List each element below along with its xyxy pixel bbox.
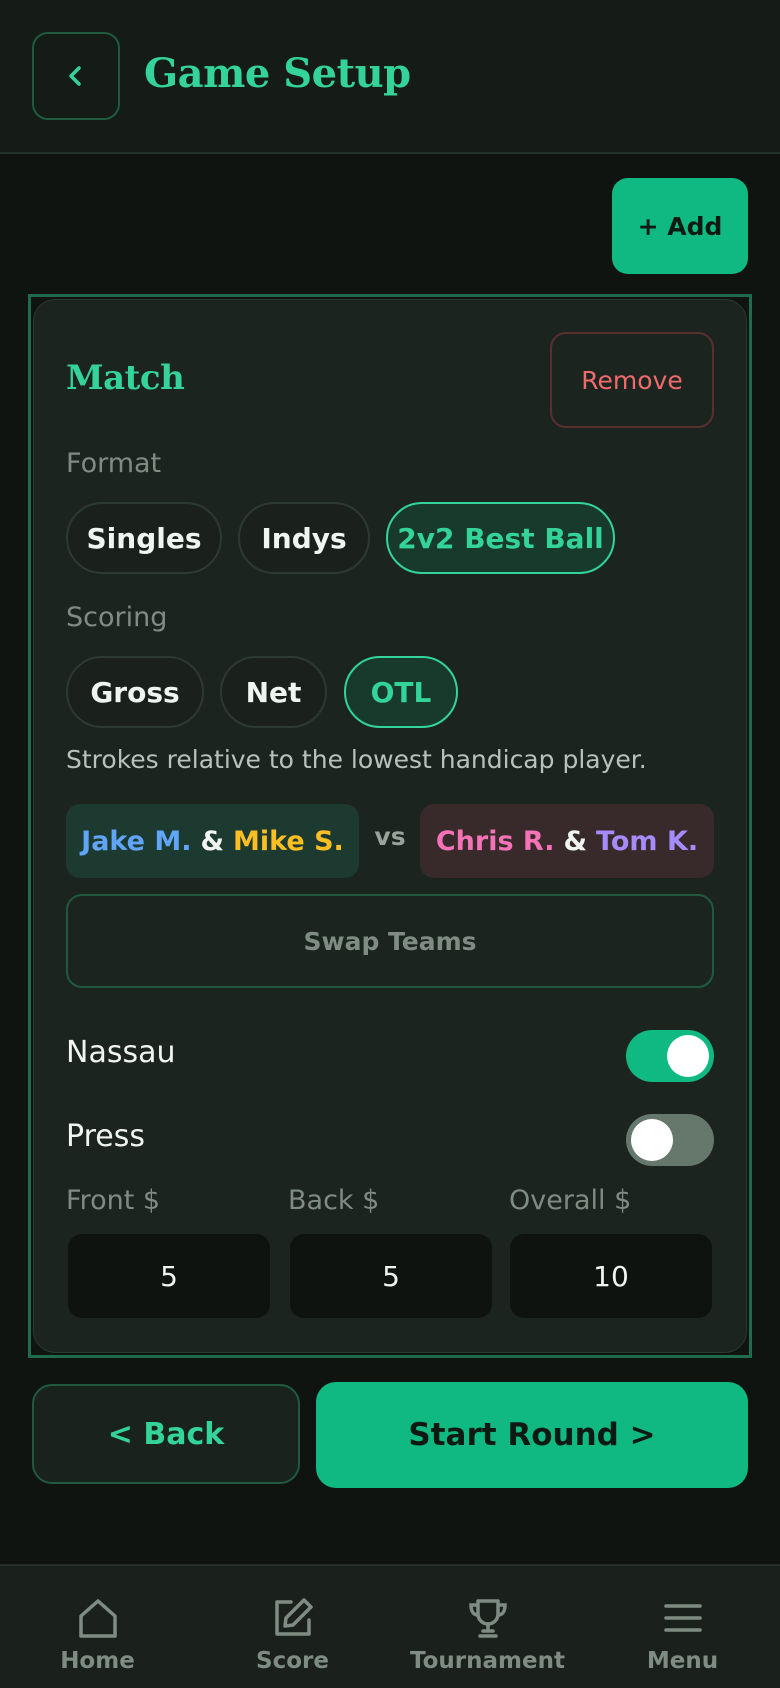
team-b-player-2: Tom K. bbox=[596, 825, 699, 857]
team-a-player-1: Jake M. bbox=[81, 825, 192, 857]
format-label: Format bbox=[66, 448, 162, 479]
team-a-player-2: Mike S. bbox=[233, 825, 344, 857]
chevron-left-icon bbox=[69, 66, 81, 86]
versus-label: vs bbox=[374, 822, 406, 851]
tab-home[interactable]: Home bbox=[0, 1566, 195, 1688]
back-bet-label: Back $ bbox=[288, 1185, 380, 1216]
team-a: Jake M. & Mike S. bbox=[66, 804, 359, 878]
toggle-knob bbox=[667, 1035, 709, 1077]
team-b-player-1: Chris R. bbox=[435, 825, 555, 857]
remove-button[interactable]: Remove bbox=[550, 332, 714, 428]
start-round-button[interactable]: Start Round > bbox=[316, 1382, 748, 1488]
scoring-label: Scoring bbox=[66, 602, 168, 633]
scoring-option-otl[interactable]: OTL bbox=[344, 656, 458, 728]
app-header: Game Setup bbox=[0, 0, 780, 154]
card-title: Match bbox=[66, 358, 185, 398]
home-icon bbox=[78, 1599, 117, 1638]
bottom-tab-bar: Home Score Tournament Menu bbox=[0, 1564, 780, 1688]
tab-tournament-label: Tournament bbox=[410, 1648, 565, 1674]
header-back-button[interactable] bbox=[32, 32, 120, 120]
scoring-option-gross[interactable]: Gross bbox=[66, 656, 204, 728]
back-button[interactable]: < Back bbox=[32, 1384, 300, 1484]
back-bet-input[interactable] bbox=[290, 1234, 492, 1318]
scoring-option-net[interactable]: Net bbox=[220, 656, 327, 728]
team-b: Chris R. & Tom K. bbox=[420, 804, 714, 878]
scoring-options: Gross Net OTL bbox=[0, 656, 780, 728]
format-option-best-ball[interactable]: 2v2 Best Ball bbox=[386, 502, 615, 574]
nassau-label: Nassau bbox=[66, 1035, 176, 1070]
tab-tournament[interactable]: Tournament bbox=[390, 1566, 585, 1688]
tab-menu-label: Menu bbox=[646, 1648, 719, 1674]
swap-teams-button[interactable]: Swap Teams bbox=[66, 894, 714, 988]
front-bet-label: Front $ bbox=[66, 1185, 161, 1216]
format-option-singles[interactable]: Singles bbox=[66, 502, 222, 574]
press-toggle[interactable] bbox=[626, 1114, 714, 1166]
tab-menu[interactable]: Menu bbox=[585, 1566, 780, 1688]
nassau-toggle[interactable] bbox=[626, 1030, 714, 1082]
press-label: Press bbox=[66, 1119, 145, 1154]
add-game-button[interactable]: + Add bbox=[612, 178, 748, 274]
team-a-ampersand: & bbox=[200, 825, 225, 857]
front-bet-input[interactable] bbox=[68, 1234, 270, 1318]
tab-home-label: Home bbox=[60, 1648, 135, 1674]
format-option-indys[interactable]: Indys bbox=[238, 502, 370, 574]
page-title: Game Setup bbox=[144, 50, 411, 97]
trophy-icon bbox=[468, 1599, 507, 1638]
format-options: Singles Indys 2v2 Best Ball bbox=[0, 502, 780, 574]
overall-bet-label: Overall $ bbox=[509, 1185, 632, 1216]
tab-score-label: Score bbox=[256, 1648, 329, 1674]
menu-icon bbox=[663, 1604, 702, 1632]
scoring-helper-text: Strokes relative to the lowest handicap … bbox=[66, 745, 647, 774]
team-b-ampersand: & bbox=[563, 825, 588, 857]
toggle-knob bbox=[631, 1119, 673, 1161]
tab-score[interactable]: Score bbox=[195, 1566, 390, 1688]
overall-bet-input[interactable] bbox=[510, 1234, 712, 1318]
edit-icon bbox=[274, 1598, 313, 1636]
